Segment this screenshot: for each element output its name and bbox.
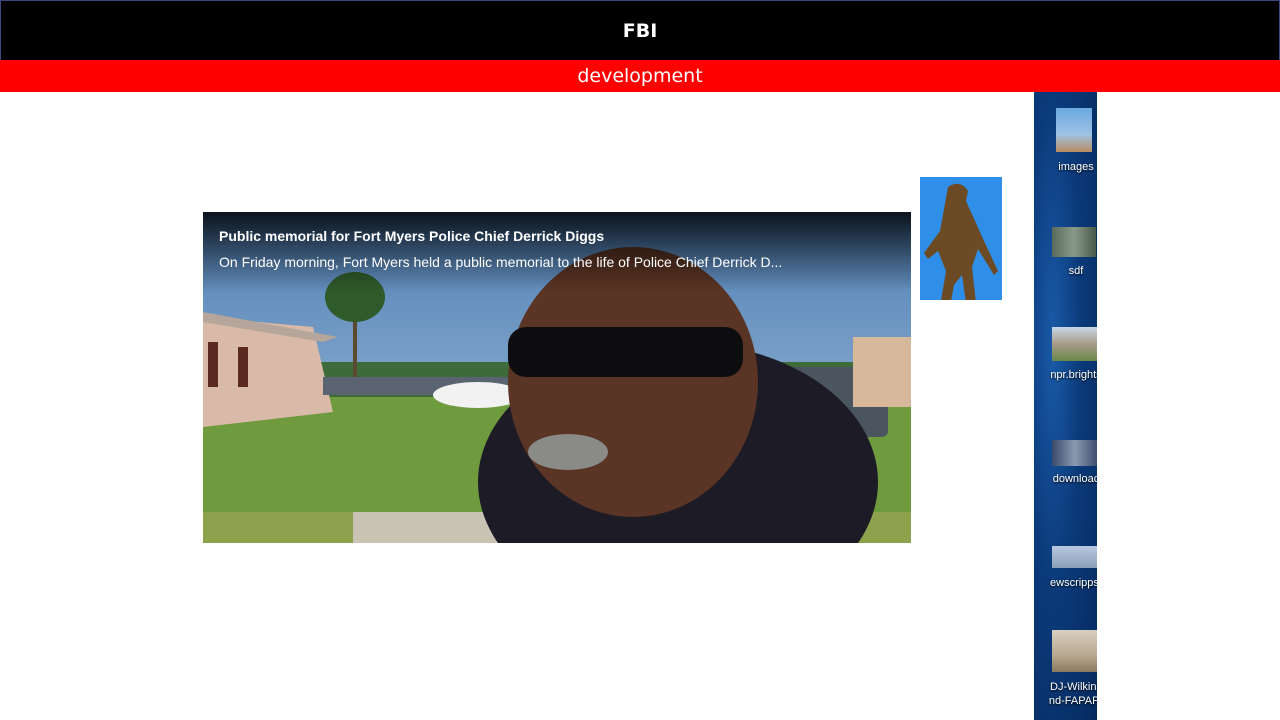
statue-image-art [920, 177, 1002, 300]
image-file-icon [1056, 108, 1092, 152]
video-title[interactable]: Public memorial for Fort Myers Police Ch… [219, 228, 604, 244]
desktop-icon-label: images [1058, 161, 1094, 173]
image-file-icon [1052, 227, 1096, 257]
desktop-icon-label: DJ-Wilkins [1050, 681, 1097, 693]
desktop-icon-label: npr.brights [1050, 369, 1097, 381]
desktop-icon-label: ewscripps. [1050, 577, 1097, 589]
desktop-panel: images sdf npr.brights downloac ewscripp… [1034, 92, 1097, 720]
video-caption-overlay [203, 212, 911, 292]
image-file-icon [1052, 327, 1097, 361]
app-title: FBI [622, 19, 658, 42]
desktop-icon-label: nd-FAPAP- [1048, 695, 1097, 707]
image-file-icon [1052, 546, 1097, 568]
top-bar: FBI [0, 0, 1280, 60]
environment-label: development [577, 65, 703, 87]
video-player[interactable]: Public memorial for Fort Myers Police Ch… [203, 212, 911, 543]
environment-banner: development [0, 60, 1280, 92]
statue-image[interactable] [920, 177, 1002, 300]
video-description: On Friday morning, Fort Myers held a pub… [219, 254, 783, 270]
image-file-icon [1052, 440, 1097, 466]
desktop-icon-label: downloac [1052, 473, 1097, 485]
desktop-icon-label: sdf [1068, 265, 1084, 277]
image-file-icon [1052, 630, 1097, 672]
